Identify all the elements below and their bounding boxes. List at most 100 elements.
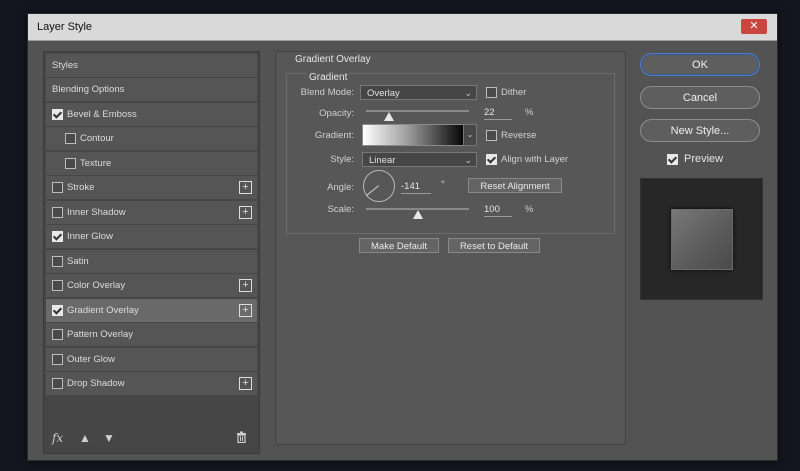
preview-swatch <box>640 178 763 300</box>
inner-shadow-checkbox[interactable] <box>52 206 63 218</box>
gradient-overlay-panel: Gradient Overlay Gradient Blend Mode: Ov… <box>275 51 626 445</box>
layer-style-dialog: Layer Style ✕ Styles Blending Options Bev… <box>27 13 778 461</box>
sidebar-item-outer-glow[interactable]: Outer Glow <box>46 347 257 372</box>
fx-icon[interactable]: fx <box>52 431 63 445</box>
add-inner-shadow-plus-icon[interactable]: + <box>239 205 252 219</box>
scale-label: Scale: <box>327 204 354 215</box>
sidebar-item-contour[interactable]: Contour <box>46 127 257 151</box>
angle-input[interactable]: -141 <box>401 180 431 194</box>
gradient-label: Gradient: <box>314 130 354 141</box>
preview-label: Preview <box>684 153 724 165</box>
add-gradient-overlay-plus-icon[interactable]: + <box>239 303 252 317</box>
blend-mode-label: Blend Mode: <box>300 87 354 98</box>
preview-thumbnail <box>671 209 733 270</box>
styles-header[interactable]: Styles <box>46 54 257 78</box>
section-title: Gradient Overlay <box>295 54 371 65</box>
contour-checkbox[interactable] <box>65 133 76 144</box>
sidebar-item-drop-shadow[interactable]: Drop Shadow + <box>46 372 257 396</box>
gradient-overlay-checkbox[interactable] <box>52 304 63 316</box>
sidebar-item-label: Outer Glow <box>67 353 116 365</box>
sidebar-item-inner-shadow[interactable]: Inner Shadow + <box>46 200 257 225</box>
sidebar-item-label: Blending Options <box>52 84 125 95</box>
pattern-overlay-checkbox[interactable] <box>52 329 63 340</box>
drop-shadow-checkbox[interactable] <box>52 378 63 389</box>
reset-alignment-button[interactable]: Reset Alignment <box>468 178 562 193</box>
gradient-picker[interactable] <box>362 124 466 146</box>
satin-checkbox[interactable] <box>52 255 63 267</box>
align-with-layer-label: Align with Layer <box>501 154 569 165</box>
sidebar-item-label: Drop Shadow <box>67 378 125 389</box>
chevron-down-icon: ⌄ <box>464 88 472 98</box>
texture-checkbox[interactable] <box>65 157 76 169</box>
group-title: Gradient <box>307 72 350 83</box>
sidebar-item-texture[interactable]: Texture <box>46 151 257 176</box>
sidebar-item-label: Inner Shadow <box>67 206 126 218</box>
add-drop-shadow-plus-icon[interactable]: + <box>239 377 252 390</box>
sidebar-item-inner-glow[interactable]: Inner Glow <box>46 225 257 249</box>
sidebar-item-label: Stroke <box>67 182 95 193</box>
dither-label: Dither <box>501 87 527 98</box>
trash-icon[interactable] <box>236 431 247 446</box>
new-style-button[interactable]: New Style... <box>640 119 760 142</box>
make-default-button[interactable]: Make Default <box>359 238 439 253</box>
sidebar-item-satin[interactable]: Satin <box>46 249 257 274</box>
style-value: Linear <box>369 155 396 166</box>
sidebar-item-label: Satin <box>67 255 89 267</box>
move-up-icon[interactable]: ▲ <box>79 431 91 445</box>
opacity-slider-thumb[interactable] <box>383 112 394 121</box>
sidebar-item-color-overlay[interactable]: Color Overlay + <box>46 274 257 298</box>
sidebar-item-pattern-overlay[interactable]: Pattern Overlay <box>46 323 257 347</box>
scale-slider-thumb[interactable] <box>412 210 423 219</box>
style-label: Style: <box>330 154 354 165</box>
chevron-down-icon: ⌄ <box>464 155 472 165</box>
gradient-group: Gradient Blend Mode: Overlay ⌄ Dither Op… <box>286 72 615 234</box>
align-with-layer-checkbox[interactable] <box>486 154 497 165</box>
scale-input[interactable]: 100 <box>484 203 512 217</box>
blend-mode-value: Overlay <box>367 88 400 99</box>
reverse-checkbox[interactable] <box>486 130 497 141</box>
ok-button[interactable]: OK <box>640 53 760 76</box>
angle-unit: ° <box>441 179 445 190</box>
sidebar-item-label: Contour <box>80 133 114 144</box>
sidebar-item-label: Color Overlay <box>67 280 126 291</box>
styles-header-label: Styles <box>52 60 78 71</box>
preview-checkbox[interactable] <box>667 154 678 165</box>
sidebar-item-label: Texture <box>80 157 112 169</box>
dither-checkbox[interactable] <box>486 87 497 98</box>
sidebar-item-stroke[interactable]: Stroke + <box>46 176 257 200</box>
cancel-button[interactable]: Cancel <box>640 86 760 109</box>
blend-mode-select[interactable]: Overlay ⌄ <box>360 85 477 100</box>
scale-unit: % <box>525 204 534 215</box>
styles-list-panel: Styles Blending Options Bevel & Emboss Con… <box>43 51 260 454</box>
styles-bottom-toolbar: fx ▲ ▼ <box>44 427 259 451</box>
opacity-unit: % <box>525 107 534 118</box>
opacity-slider[interactable] <box>366 110 469 112</box>
add-stroke-plus-icon[interactable]: + <box>239 181 252 194</box>
sidebar-item-label: Pattern Overlay <box>67 329 133 340</box>
move-down-icon[interactable]: ▼ <box>103 431 115 445</box>
sidebar-item-label: Bevel & Emboss <box>67 108 137 120</box>
inner-glow-checkbox[interactable] <box>52 231 63 242</box>
sidebar-item-bevel-and-emboss[interactable]: Bevel & Emboss <box>46 102 257 127</box>
close-icon: ✕ <box>749 20 759 32</box>
reset-to-default-button[interactable]: Reset to Default <box>448 238 540 253</box>
title-bar: Layer Style ✕ <box>28 14 777 41</box>
stroke-checkbox[interactable] <box>52 182 63 193</box>
color-overlay-checkbox[interactable] <box>52 280 63 291</box>
dialog-title: Layer Style <box>37 21 93 33</box>
angle-dial-hand <box>365 185 379 197</box>
sidebar-item-blending-options[interactable]: Blending Options <box>46 78 257 102</box>
close-button[interactable]: ✕ <box>741 19 767 34</box>
outer-glow-checkbox[interactable] <box>52 353 63 365</box>
opacity-label: Opacity: <box>319 108 354 119</box>
sidebar-item-gradient-overlay[interactable]: Gradient Overlay + <box>46 298 257 323</box>
gradient-dropdown-chevron-icon[interactable]: ⌄ <box>463 124 477 146</box>
sidebar-item-label: Gradient Overlay <box>67 304 139 316</box>
style-select[interactable]: Linear ⌄ <box>362 152 477 167</box>
angle-dial[interactable] <box>363 170 395 202</box>
add-color-overlay-plus-icon[interactable]: + <box>239 279 252 292</box>
opacity-input[interactable]: 22 <box>484 106 512 120</box>
bevel-and-emboss-checkbox[interactable] <box>52 108 63 120</box>
sidebar-item-label: Inner Glow <box>67 231 113 242</box>
angle-label: Angle: <box>327 182 354 193</box>
